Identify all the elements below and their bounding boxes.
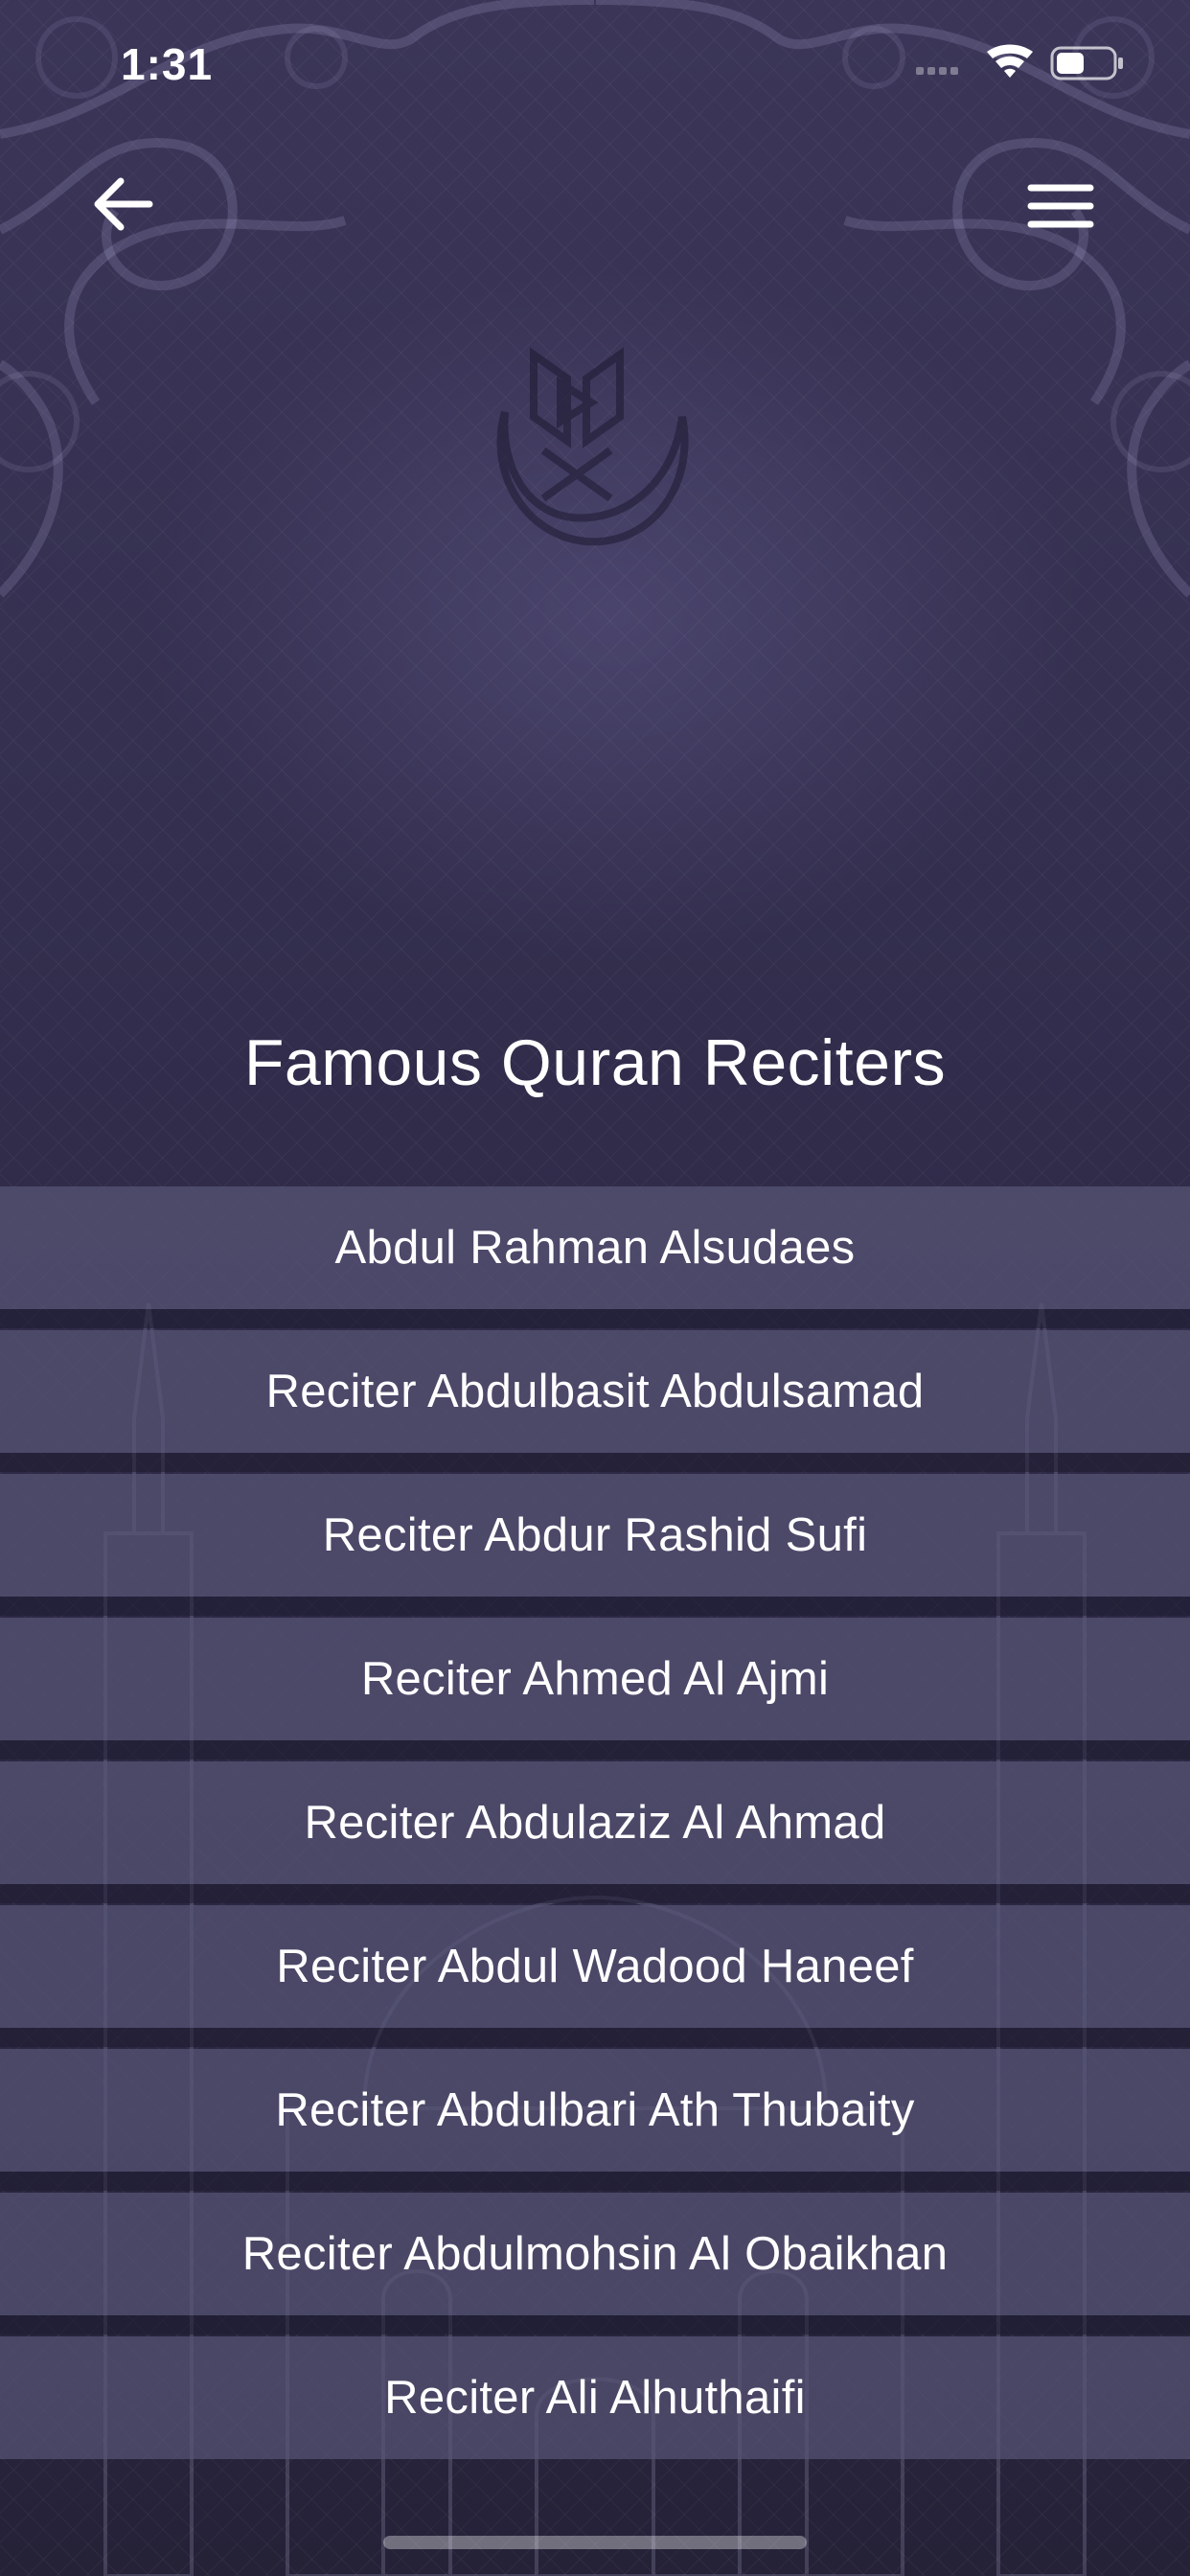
battery-icon (1050, 46, 1123, 80)
list-item[interactable]: Reciter Abdulaziz Al Ahmad (0, 1761, 1190, 1903)
list-item[interactable]: Reciter Abdur Rashid Sufi (0, 1474, 1190, 1616)
arrow-left-icon (94, 177, 153, 231)
list-item[interactable]: Reciter Abdul Wadood Haneef (0, 1905, 1190, 2047)
home-indicator (383, 2536, 807, 2549)
list-item[interactable]: Reciter Abdulbasit Abdulsamad (0, 1330, 1190, 1472)
list-item[interactable]: Abdul Rahman Alsudaes (0, 1186, 1190, 1328)
signal-icon (916, 67, 958, 75)
page-title: Famous Quran Reciters (243, 1026, 947, 1099)
back-button[interactable] (86, 163, 172, 249)
wifi-icon (987, 44, 1033, 78)
status-icons (916, 44, 1123, 80)
menu-button[interactable] (1018, 163, 1104, 249)
status-time: 1:31 (121, 39, 214, 89)
list-item[interactable]: Reciter Ahmed Al Ajmi (0, 1618, 1190, 1760)
quran-play-logo-icon (496, 347, 689, 546)
status-bar: 1:31 (0, 0, 1190, 125)
list-item[interactable]: Reciter Abdulmohsin Al Obaikhan (0, 2193, 1190, 2334)
list-item[interactable]: Reciter Ali Alhuthaifi (0, 2336, 1190, 2459)
hamburger-menu-icon (1027, 184, 1094, 228)
list-item[interactable]: Reciter Abdulbari Ath Thubaity (0, 2049, 1190, 2191)
